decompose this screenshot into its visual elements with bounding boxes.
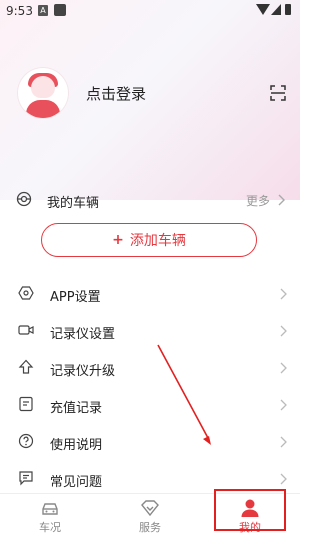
highlight-box <box>214 489 286 531</box>
signal-icon <box>271 4 281 15</box>
my-vehicles-title: 我的车辆 <box>47 196 100 211</box>
upgrade-arrow-icon <box>18 359 34 374</box>
menu-item-app-settings[interactable]: APP设置 <box>0 276 300 313</box>
status-time: 9:53 <box>6 4 33 18</box>
chevron-right-icon <box>280 473 287 485</box>
car-icon <box>42 503 58 515</box>
scan-icon[interactable] <box>270 85 286 101</box>
menu-item-recorder-upgrade[interactable]: 记录仪升级 <box>0 350 300 387</box>
steering-wheel-icon <box>16 191 32 207</box>
chevron-right-icon <box>280 362 287 374</box>
hexagon-settings-icon <box>18 286 34 300</box>
question-icon <box>18 433 34 449</box>
battery-icon <box>285 4 291 15</box>
add-vehicle-label: 添加车辆 <box>129 233 186 249</box>
plus-icon: + <box>112 232 124 248</box>
tab-vehicle-status[interactable]: 车况 <box>0 494 100 534</box>
avatar-face <box>31 76 55 98</box>
menu-item-label: 记录仪设置 <box>50 327 116 342</box>
diamond-icon <box>141 500 159 517</box>
menu-item-recharge-records[interactable]: 充值记录 <box>0 387 300 424</box>
chevron-right-icon <box>280 399 287 411</box>
camera-icon <box>18 325 34 335</box>
chevron-right-icon[interactable] <box>276 193 288 207</box>
more-link[interactable]: 更多 <box>246 192 270 209</box>
avatar-body <box>26 100 60 118</box>
avatar[interactable] <box>18 68 68 118</box>
wifi-icon <box>256 4 270 15</box>
menu-item-instructions[interactable]: 使用说明 <box>0 424 300 461</box>
tab-service[interactable]: 服务 <box>100 494 200 534</box>
menu-item-label: APP设置 <box>50 290 101 305</box>
add-vehicle-button[interactable]: + 添加车辆 <box>41 223 257 257</box>
chat-icon <box>19 471 33 486</box>
menu-item-recorder-settings[interactable]: 记录仪设置 <box>0 313 300 350</box>
menu-item-label: 记录仪升级 <box>50 364 116 379</box>
notification-square-icon <box>54 4 66 16</box>
receipt-icon <box>19 396 33 412</box>
notification-a-icon: A <box>38 5 48 16</box>
menu-item-label: 充值记录 <box>50 401 103 416</box>
menu-item-label: 常见问题 <box>50 475 103 490</box>
status-bar: 9:53 A <box>0 0 300 22</box>
chevron-right-icon <box>280 325 287 337</box>
chevron-right-icon <box>280 288 287 300</box>
menu-item-label: 使用说明 <box>50 438 103 453</box>
login-link[interactable]: 点击登录 <box>86 83 146 104</box>
chevron-right-icon <box>280 436 287 448</box>
